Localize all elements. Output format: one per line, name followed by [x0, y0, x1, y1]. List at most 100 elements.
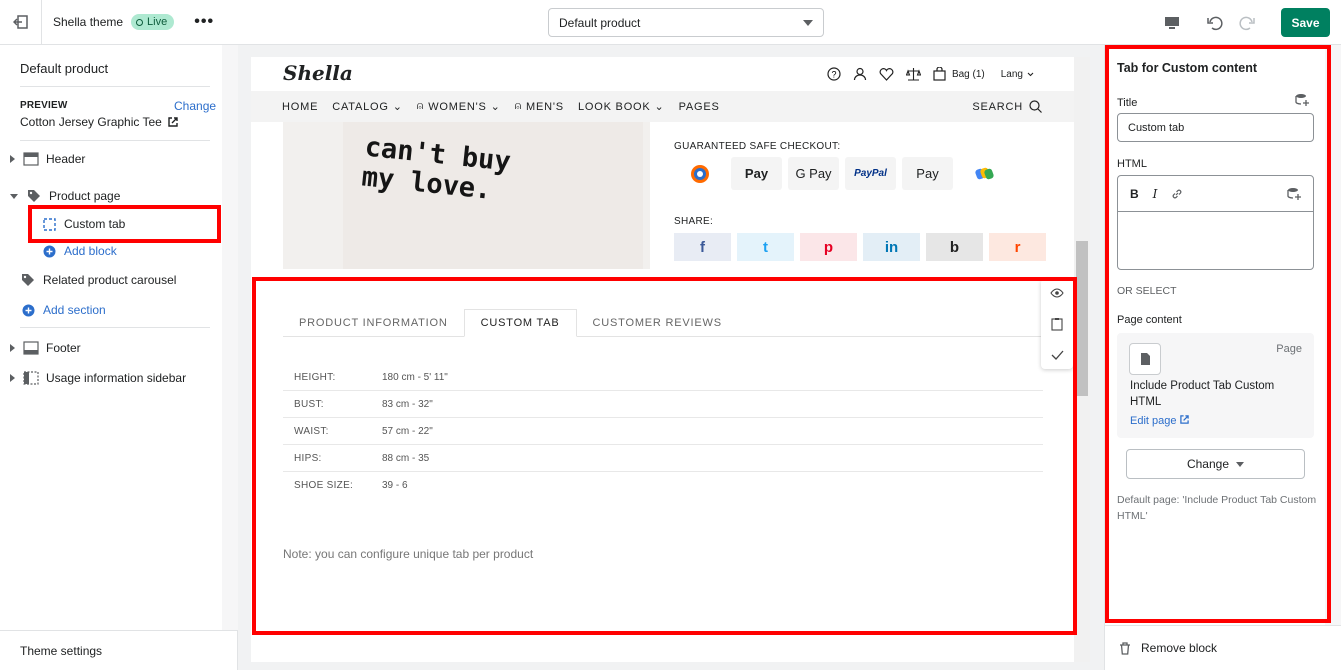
- tab-custom[interactable]: CUSTOM TAB: [463, 309, 577, 337]
- bag-icon: [933, 67, 946, 81]
- edit-page-label: Edit page: [1130, 415, 1177, 427]
- bag-button[interactable]: Bag (1): [933, 67, 985, 81]
- row-value: 88 cm - 35: [382, 452, 430, 464]
- help-icon[interactable]: ?: [827, 67, 841, 81]
- pinterest-icon[interactable]: p: [800, 233, 857, 261]
- sidebar-scrollbar[interactable]: [222, 45, 238, 630]
- html-editor[interactable]: B I: [1117, 175, 1314, 270]
- bold-icon[interactable]: B: [1130, 187, 1139, 201]
- tab-product-information[interactable]: PRODUCT INFORMATION: [283, 309, 464, 337]
- panel-scrollbar[interactable]: [1325, 45, 1341, 625]
- nav-home-label: HOME: [282, 100, 319, 113]
- title-input-value: Custom tab: [1128, 121, 1185, 134]
- theme-name: Shella theme: [53, 15, 124, 29]
- add-section-button[interactable]: Add section: [20, 300, 106, 320]
- remove-block-button[interactable]: Remove block: [1105, 625, 1341, 670]
- exit-icon: [12, 15, 28, 29]
- change-page-button[interactable]: Change: [1126, 449, 1305, 479]
- nav-womens[interactable]: ⍝ WOMEN'S ⌄: [417, 100, 501, 113]
- desktop-view-button[interactable]: [1157, 8, 1187, 38]
- nav-catalog[interactable]: CATALOG ⌄: [332, 100, 403, 114]
- compare-icon[interactable]: [905, 67, 921, 81]
- buffer-icon[interactable]: b: [926, 233, 983, 261]
- check-icon[interactable]: [1051, 350, 1064, 360]
- footer-layout-icon: [23, 340, 39, 356]
- divider: [20, 86, 210, 87]
- nav-lookbook-label: LOOK BOOK: [577, 100, 651, 113]
- template-select[interactable]: Default product: [548, 8, 824, 37]
- account-icon[interactable]: [853, 67, 867, 81]
- section-related-products[interactable]: Related product carousel: [20, 270, 176, 290]
- section-related-products-label: Related product carousel: [43, 273, 177, 287]
- trash-icon: [1120, 641, 1130, 655]
- block-custom-tab[interactable]: Custom tab: [41, 214, 125, 234]
- reddit-icon[interactable]: r: [989, 233, 1046, 261]
- store-search[interactable]: SEARCH: [972, 100, 1042, 113]
- linkedin-icon[interactable]: in: [863, 233, 920, 261]
- facebook-icon[interactable]: f: [674, 233, 731, 261]
- preview-product[interactable]: Cotton Jersey Graphic Tee: [20, 115, 178, 129]
- caret-down-icon: [1236, 461, 1245, 467]
- row-key: HEIGHT:: [294, 371, 336, 383]
- payment-badges: Pay G Pay PayPal Pay: [674, 157, 1010, 190]
- link-icon[interactable]: [1171, 188, 1183, 200]
- nav-mens[interactable]: ⍝ MEN'S: [515, 100, 564, 113]
- block-settings-panel: Tab for Custom content Title Custom tab …: [1104, 45, 1341, 670]
- italic-icon[interactable]: I: [1153, 187, 1158, 201]
- share-title: SHARE:: [674, 216, 714, 227]
- nav-lookbook[interactable]: LOOK BOOK ⌄: [577, 100, 665, 114]
- chevron-down-icon: ⌄: [392, 101, 403, 113]
- undo-button[interactable]: [1201, 8, 1231, 38]
- preview-change-link[interactable]: Change: [174, 99, 216, 113]
- dynamic-source-icon[interactable]: [1295, 93, 1309, 107]
- dynamic-source-icon[interactable]: [1287, 187, 1301, 201]
- divider: [20, 327, 210, 328]
- row-key: BUST:: [294, 398, 324, 410]
- wishlist-icon[interactable]: [879, 67, 894, 81]
- woman-icon: ⍝: [416, 100, 425, 112]
- google-pay-icon: G Pay: [788, 157, 839, 190]
- title-input[interactable]: Custom tab: [1117, 113, 1314, 142]
- divider: [20, 140, 210, 141]
- store-preview: Shella ? Bag (1) Lang HOME CATALOG ⌄ ⍝ WOM…: [251, 57, 1074, 662]
- product-image[interactable]: can't buy my love.: [283, 122, 650, 269]
- apple-pay-icon: Pay: [731, 157, 782, 190]
- store-search-label: SEARCH: [972, 100, 1023, 113]
- table-row: WAIST: 57 cm - 22": [283, 418, 1043, 445]
- exit-button[interactable]: [0, 0, 42, 45]
- or-select-label: OR SELECT: [1117, 285, 1177, 297]
- section-header[interactable]: Header: [10, 149, 85, 169]
- redo-button[interactable]: [1231, 8, 1261, 38]
- save-button[interactable]: Save: [1281, 8, 1330, 37]
- language-select[interactable]: Lang: [1001, 69, 1034, 80]
- more-actions-button[interactable]: •••: [194, 13, 214, 31]
- edit-page-link[interactable]: Edit page: [1130, 415, 1189, 427]
- google-wallet-icon: [959, 157, 1010, 190]
- scrollbar-thumb[interactable]: [1076, 241, 1088, 396]
- tab-customer-reviews[interactable]: CUSTOMER REVIEWS: [577, 309, 738, 337]
- store-logo[interactable]: Shella: [283, 61, 353, 85]
- section-usage-sidebar[interactable]: Usage information sidebar: [10, 368, 186, 388]
- plus-circle-icon: [41, 243, 57, 259]
- add-block-button[interactable]: Add block: [41, 241, 117, 261]
- nav-home[interactable]: HOME: [282, 101, 318, 113]
- preview-scrollbar[interactable]: [1074, 57, 1090, 662]
- page-content-label: Page content: [1117, 314, 1182, 326]
- section-product-page[interactable]: Product page: [10, 186, 120, 206]
- table-row: BUST: 83 cm - 32": [283, 391, 1043, 418]
- chevron-down-icon: ⌄: [654, 101, 665, 113]
- page-title: Default product: [20, 61, 109, 76]
- row-value: 83 cm - 32": [382, 398, 433, 410]
- section-footer[interactable]: Footer: [10, 338, 81, 358]
- template-select-value: Default product: [559, 15, 641, 30]
- theme-settings-button[interactable]: Theme settings: [0, 630, 238, 670]
- nav-pages[interactable]: PAGES: [679, 101, 720, 113]
- svg-text:?: ?: [831, 70, 836, 80]
- page-content-card: Page Include Product Tab Custom HTML Edi…: [1117, 333, 1314, 438]
- store-header: Shella ? Bag (1) Lang: [251, 57, 1074, 91]
- twitter-icon[interactable]: t: [737, 233, 794, 261]
- clipboard-icon[interactable]: [1051, 317, 1063, 331]
- nav-womens-label: WOMEN'S: [428, 100, 487, 113]
- live-dot-icon: [136, 18, 144, 26]
- eye-icon[interactable]: [1050, 288, 1064, 298]
